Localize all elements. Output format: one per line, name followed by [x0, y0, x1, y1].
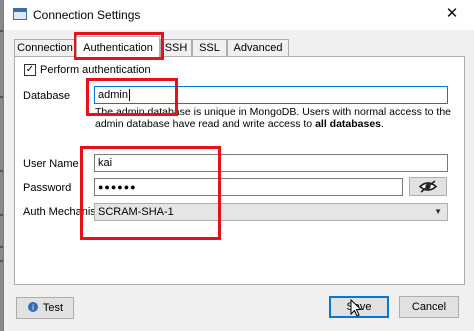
close-icon[interactable]: ✕: [442, 5, 462, 23]
tab-ssh[interactable]: SSH: [160, 39, 192, 56]
tab-connection[interactable]: Connection: [14, 39, 76, 56]
username-input[interactable]: kai: [94, 154, 448, 172]
tab-advanced[interactable]: Advanced: [227, 39, 289, 56]
auth-mechanism-select[interactable]: SCRAM-SHA-1 ▼: [94, 203, 448, 221]
connection-settings-icon: [13, 8, 27, 20]
test-button[interactable]: i Test: [16, 297, 74, 319]
database-hint: The admin database is unique in MongoDB.…: [95, 106, 452, 130]
test-button-label: Test: [42, 302, 64, 314]
password-input[interactable]: ●●●●●●: [94, 178, 403, 196]
title-bar: Connection Settings ✕: [4, 0, 474, 30]
eye-icon: [418, 180, 438, 193]
perform-authentication-checkbox[interactable]: ✓: [24, 64, 36, 76]
test-connection-icon: i: [27, 302, 38, 312]
tab-authentication[interactable]: Authentication: [76, 36, 160, 57]
database-input[interactable]: admin: [94, 86, 448, 104]
username-label: User Name: [23, 158, 79, 170]
mouse-pointer-icon: [350, 299, 362, 317]
database-label: Database: [23, 90, 71, 102]
svg-text:i: i: [32, 303, 34, 312]
window-title: Connection Settings: [33, 8, 141, 22]
cancel-button[interactable]: Cancel: [399, 296, 459, 318]
password-label: Password: [23, 182, 72, 194]
tab-ssl[interactable]: SSL: [192, 39, 227, 56]
reveal-password-button[interactable]: [409, 177, 447, 196]
auth-mechanism-label: Auth Mechanism: [23, 206, 105, 218]
perform-authentication-label: Perform authentication: [40, 64, 151, 76]
chevron-down-icon: ▼: [434, 207, 442, 216]
